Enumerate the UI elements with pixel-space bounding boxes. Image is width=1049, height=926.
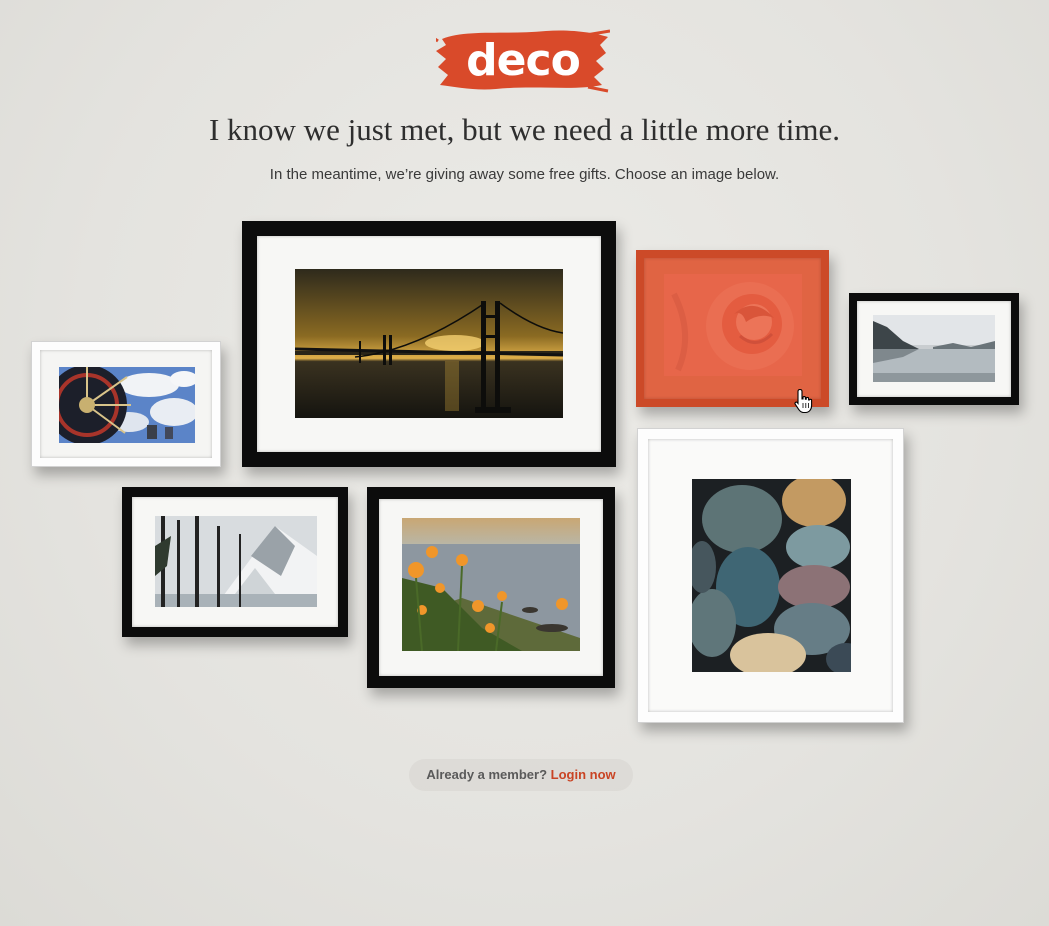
frame-river-stones[interactable] <box>637 428 904 723</box>
carousel-photo <box>59 367 195 443</box>
deco-logo[interactable]: deco <box>436 27 610 93</box>
bridge-photo <box>295 269 563 418</box>
page-subline: In the meantime, we’re giving away some … <box>269 166 780 183</box>
mountain-photo <box>155 516 317 607</box>
frame-poppies-coast[interactable] <box>367 487 615 688</box>
stones-photo <box>692 479 851 672</box>
frame-snowy-mountain[interactable] <box>122 487 348 637</box>
member-question: Already a member? <box>426 767 551 782</box>
hand-pointer-icon <box>794 388 813 414</box>
frame-rose-selected[interactable] <box>636 250 829 407</box>
login-link[interactable]: Login now <box>551 767 616 782</box>
frame-carousel-ride[interactable] <box>31 341 221 467</box>
page-headline: I know we just met, but we need a little… <box>208 112 841 147</box>
frame-fjord-reflection[interactable] <box>849 293 1019 405</box>
fjord-photo <box>873 315 995 382</box>
logo-text: deco <box>466 35 581 86</box>
member-login-prompt: Already a member? Login now <box>409 759 633 791</box>
rose-photo <box>664 274 802 376</box>
poppies-photo <box>402 518 580 651</box>
frame-bridge-sunset[interactable] <box>242 221 616 467</box>
